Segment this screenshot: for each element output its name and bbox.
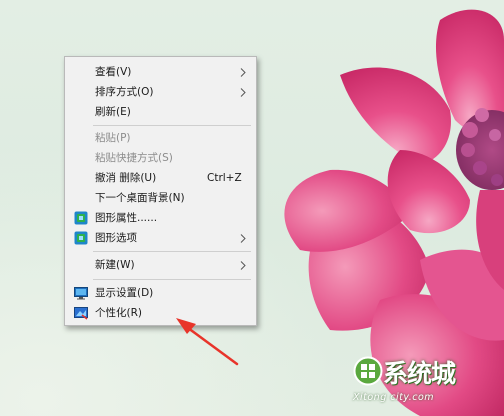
- menu-item-label: 图形属性......: [95, 212, 158, 224]
- menu-item-next-desktop-background[interactable]: 下一个桌面背景(N): [65, 188, 256, 208]
- menu-item-label: 刷新(E): [95, 106, 131, 118]
- menu-item-label: 撤消 删除(U): [95, 172, 157, 184]
- intel-graphics-icon: [74, 231, 88, 245]
- intel-graphics-icon: [74, 211, 88, 225]
- display-settings-icon: [74, 286, 88, 300]
- menu-item-paste[interactable]: 粘贴(P): [65, 128, 256, 148]
- menu-item-label: 粘贴(P): [95, 132, 131, 144]
- menu-item-sort-by[interactable]: 排序方式(O): [65, 82, 256, 102]
- submenu-arrow-icon: [239, 82, 249, 102]
- watermark: 系统城 Xitong city.com: [347, 352, 497, 412]
- menu-item-label: 下一个桌面背景(N): [95, 192, 185, 204]
- watermark-site: Xitong city.com: [353, 392, 435, 403]
- menu-item-graphics-properties[interactable]: 图形属性......: [65, 208, 256, 228]
- menu-item-view[interactable]: 查看(V): [65, 62, 256, 82]
- menu-item-label: 显示设置(D): [95, 287, 154, 299]
- watermark-brand: 系统城: [383, 359, 456, 388]
- menu-item-label: 排序方式(O): [95, 86, 154, 98]
- menu-item-personalize[interactable]: 个性化(R): [65, 303, 256, 323]
- menu-item-label: 新建(W): [95, 259, 135, 271]
- submenu-arrow-icon: [239, 62, 249, 82]
- menu-separator: [93, 125, 251, 126]
- menu-item-display-settings[interactable]: 显示设置(D): [65, 283, 256, 303]
- menu-separator: [93, 279, 251, 280]
- menu-item-shortcut: Ctrl+Z: [207, 172, 242, 184]
- menu-item-label: 个性化(R): [95, 307, 142, 319]
- menu-item-label: 图形选项: [95, 232, 137, 244]
- menu-item-refresh[interactable]: 刷新(E): [65, 102, 256, 122]
- menu-item-undo-delete[interactable]: 撤消 删除(U) Ctrl+Z: [65, 168, 256, 188]
- menu-item-new[interactable]: 新建(W): [65, 255, 256, 275]
- submenu-arrow-icon: [239, 255, 249, 275]
- desktop-context-menu: 查看(V) 排序方式(O) 刷新(E) 粘贴(P) 粘贴快捷方式(S) 撤消 删…: [64, 56, 257, 326]
- personalize-icon: [74, 306, 88, 320]
- menu-item-graphics-options[interactable]: 图形选项: [65, 228, 256, 248]
- menu-separator: [93, 251, 251, 252]
- xitongcheng-logo-icon: [353, 356, 383, 386]
- menu-item-paste-shortcut[interactable]: 粘贴快捷方式(S): [65, 148, 256, 168]
- menu-item-label: 查看(V): [95, 66, 132, 78]
- submenu-arrow-icon: [239, 228, 249, 248]
- menu-item-label: 粘贴快捷方式(S): [95, 152, 173, 164]
